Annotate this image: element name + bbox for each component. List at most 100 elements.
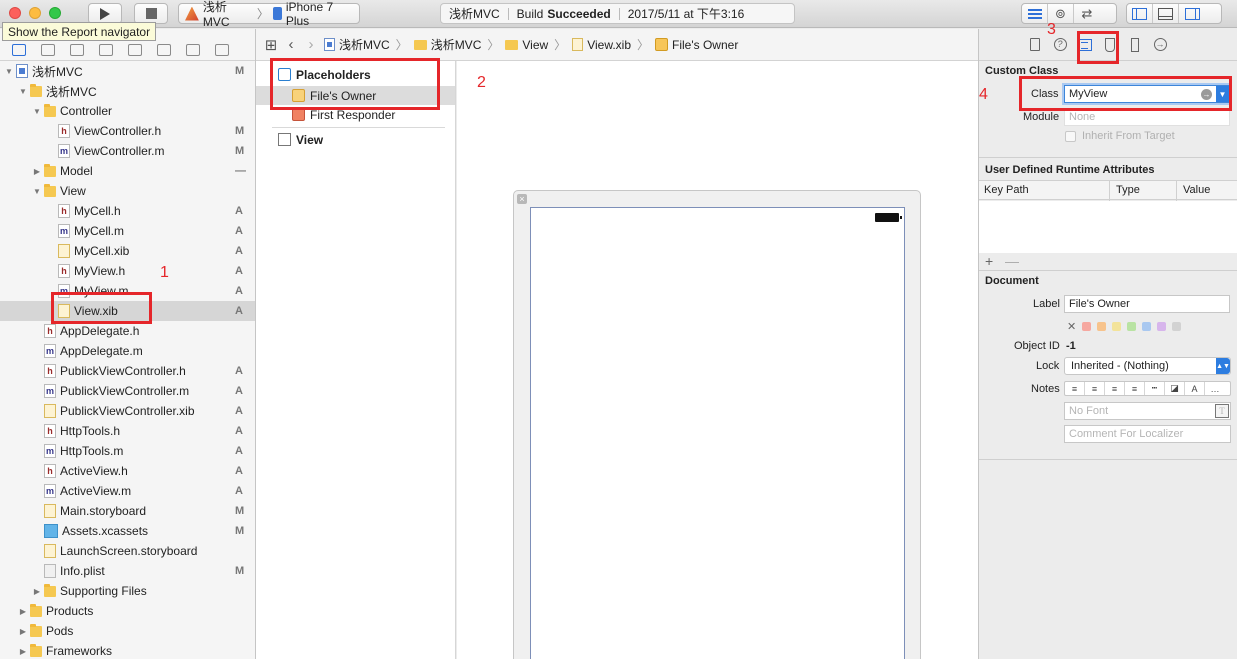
breadcrumb-group[interactable]: 浅析MVC <box>413 36 481 53</box>
lock-popup[interactable]: Inherited - (Nothing) ▲▼ <box>1064 357 1231 375</box>
breadcrumb-files-owner[interactable]: File's Owner <box>655 38 738 52</box>
forward-arrow-icon[interactable]: › <box>304 36 318 53</box>
project-navigator-tab-icon[interactable] <box>12 44 26 56</box>
notes-font-field[interactable]: No Font T <box>1064 402 1231 420</box>
file-inspector-tab[interactable] <box>1027 37 1043 53</box>
disclosure-open-icon[interactable]: ▼ <box>4 67 14 76</box>
related-items-icon[interactable]: ⊞ <box>264 36 278 54</box>
value-column[interactable]: Value <box>1183 184 1210 196</box>
back-arrow-icon[interactable]: ‹ <box>284 36 298 53</box>
minimize-window-button[interactable] <box>29 7 41 19</box>
class-input-value[interactable]: MyView <box>1069 88 1107 100</box>
breadcrumb-project[interactable]: 浅析MVC <box>324 36 390 53</box>
remove-attribute-button[interactable]: — <box>1005 253 1019 269</box>
align-center-icon[interactable]: ≡ <box>1085 382 1105 395</box>
navigator-row[interactable]: PublickViewController.xib A <box>0 401 255 421</box>
disclosure-open-icon[interactable]: ▼ <box>32 107 42 116</box>
disclosure-closed-icon[interactable]: ▶ <box>18 647 28 656</box>
navigator-row[interactable]: h AppDelegate.h <box>0 321 255 341</box>
navigator-row[interactable]: ▶ Supporting Files <box>0 581 255 601</box>
navigator-row[interactable]: m ViewController.m M <box>0 141 255 161</box>
toggle-debug-area-button[interactable] <box>1153 4 1179 23</box>
disclosure-open-icon[interactable]: ▼ <box>18 87 28 96</box>
disclosure-open-icon[interactable]: ▼ <box>32 187 42 196</box>
navigator-row[interactable]: m MyCell.m A <box>0 221 255 241</box>
color-swatch-yellow[interactable] <box>1112 322 1122 331</box>
module-combo-box[interactable]: None <box>1064 108 1230 126</box>
connections-inspector-tab[interactable]: → <box>1152 37 1168 53</box>
standard-editor-button[interactable] <box>1022 4 1048 23</box>
navigator-row[interactable]: h ActiveView.h A <box>0 461 255 481</box>
outline-view[interactable]: View <box>278 130 323 149</box>
toggle-navigator-button[interactable] <box>1127 4 1153 23</box>
run-button[interactable] <box>88 3 122 24</box>
color-swatch-gray[interactable] <box>1172 322 1182 331</box>
toggle-utilities-button[interactable] <box>1179 4 1205 23</box>
navigator-row[interactable]: m AppDelegate.m <box>0 341 255 361</box>
key-path-column[interactable]: Key Path <box>984 184 1029 196</box>
color-swatch-purple[interactable] <box>1157 322 1167 331</box>
navigator-row[interactable]: LaunchScreen.storyboard <box>0 541 255 561</box>
comment-localizer-field[interactable]: Comment For Localizer <box>1064 425 1231 443</box>
navigator-row[interactable]: ▶ Pods <box>0 621 255 641</box>
disclosure-closed-icon[interactable]: ▶ <box>32 167 42 176</box>
navigator-row[interactable]: ▶ Frameworks <box>0 641 255 659</box>
symbol-navigator-tab-icon[interactable] <box>41 44 55 56</box>
color-swatch-blue[interactable] <box>1142 322 1152 331</box>
debug-navigator-tab-icon[interactable] <box>157 44 171 56</box>
close-window-button[interactable] <box>9 7 21 19</box>
outline-placeholders-header[interactable]: Placeholders <box>278 65 371 84</box>
inherit-from-target-checkbox[interactable] <box>1065 131 1076 142</box>
breadcrumb-xib[interactable]: View.xib <box>572 38 631 52</box>
navigator-row[interactable]: m HttpTools.m A <box>0 441 255 461</box>
navigator-row[interactable]: m MyView.m A <box>0 281 255 301</box>
navigator-row[interactable]: h HttpTools.h A <box>0 421 255 441</box>
version-editor-button[interactable]: ⇄ <box>1074 4 1100 23</box>
test-navigator-tab-icon[interactable] <box>128 44 142 56</box>
dashed-line-icon[interactable]: ┅ <box>1145 382 1165 395</box>
view-scene[interactable]: × <box>513 190 921 659</box>
navigator-row[interactable]: ▼ View <box>0 181 255 201</box>
breakpoint-navigator-tab-icon[interactable] <box>186 44 200 56</box>
breadcrumb-view-folder[interactable]: View <box>505 38 548 52</box>
report-navigator-tab-icon[interactable] <box>215 44 229 56</box>
navigator-row[interactable]: m ActiveView.m A <box>0 481 255 501</box>
attributes-inspector-tab[interactable] <box>1102 37 1118 53</box>
color-well-icon[interactable]: ◪ <box>1165 382 1185 395</box>
navigator-row[interactable]: h ViewController.h M <box>0 121 255 141</box>
chevron-down-icon[interactable]: ▼ <box>1216 86 1229 102</box>
color-swatch-orange[interactable] <box>1097 322 1107 331</box>
view-device-frame[interactable] <box>530 207 905 659</box>
issue-navigator-tab-icon[interactable] <box>99 44 113 56</box>
doc-label-field[interactable]: File's Owner <box>1064 295 1230 313</box>
add-attribute-button[interactable]: + <box>985 253 993 269</box>
navigator-row[interactable]: View.xib A <box>0 301 255 321</box>
text-color-icon[interactable]: A <box>1185 382 1205 395</box>
navigator-row[interactable]: h MyCell.h A <box>0 201 255 221</box>
zoom-window-button[interactable] <box>49 7 61 19</box>
navigator-row[interactable]: h PublickViewController.h A <box>0 361 255 381</box>
font-picker-icon[interactable]: T <box>1215 404 1229 418</box>
outline-files-owner[interactable]: File's Owner <box>256 86 455 105</box>
outline-first-responder[interactable]: First Responder <box>292 105 395 124</box>
go-to-class-icon[interactable]: → <box>1201 89 1212 100</box>
navigator-row[interactable]: ▶ Products <box>0 601 255 621</box>
navigator-row[interactable]: ▼ 浅析MVC M <box>0 61 255 81</box>
udra-table-body[interactable] <box>979 201 1237 253</box>
navigator-row[interactable]: MyCell.xib A <box>0 241 255 261</box>
disclosure-closed-icon[interactable]: ▶ <box>18 607 28 616</box>
align-left-icon[interactable]: ≡ <box>1065 382 1085 395</box>
clear-color-icon[interactable]: ✕ <box>1067 320 1076 333</box>
navigator-row[interactable]: ▼ 浅析MVC <box>0 81 255 101</box>
navigator-row[interactable]: ▼ Controller <box>0 101 255 121</box>
more-options-icon[interactable]: … <box>1205 382 1225 395</box>
color-swatch-green[interactable] <box>1127 322 1137 331</box>
type-column[interactable]: Type <box>1116 184 1140 196</box>
navigator-row[interactable]: ▶ Model — <box>0 161 255 181</box>
navigator-row[interactable]: Main.storyboard M <box>0 501 255 521</box>
stop-button[interactable] <box>134 3 168 24</box>
class-combo-box[interactable]: MyView → ▼ <box>1064 85 1230 103</box>
disclosure-closed-icon[interactable]: ▶ <box>18 627 28 636</box>
size-inspector-tab[interactable] <box>1127 37 1143 53</box>
close-scene-icon[interactable]: × <box>517 194 527 204</box>
